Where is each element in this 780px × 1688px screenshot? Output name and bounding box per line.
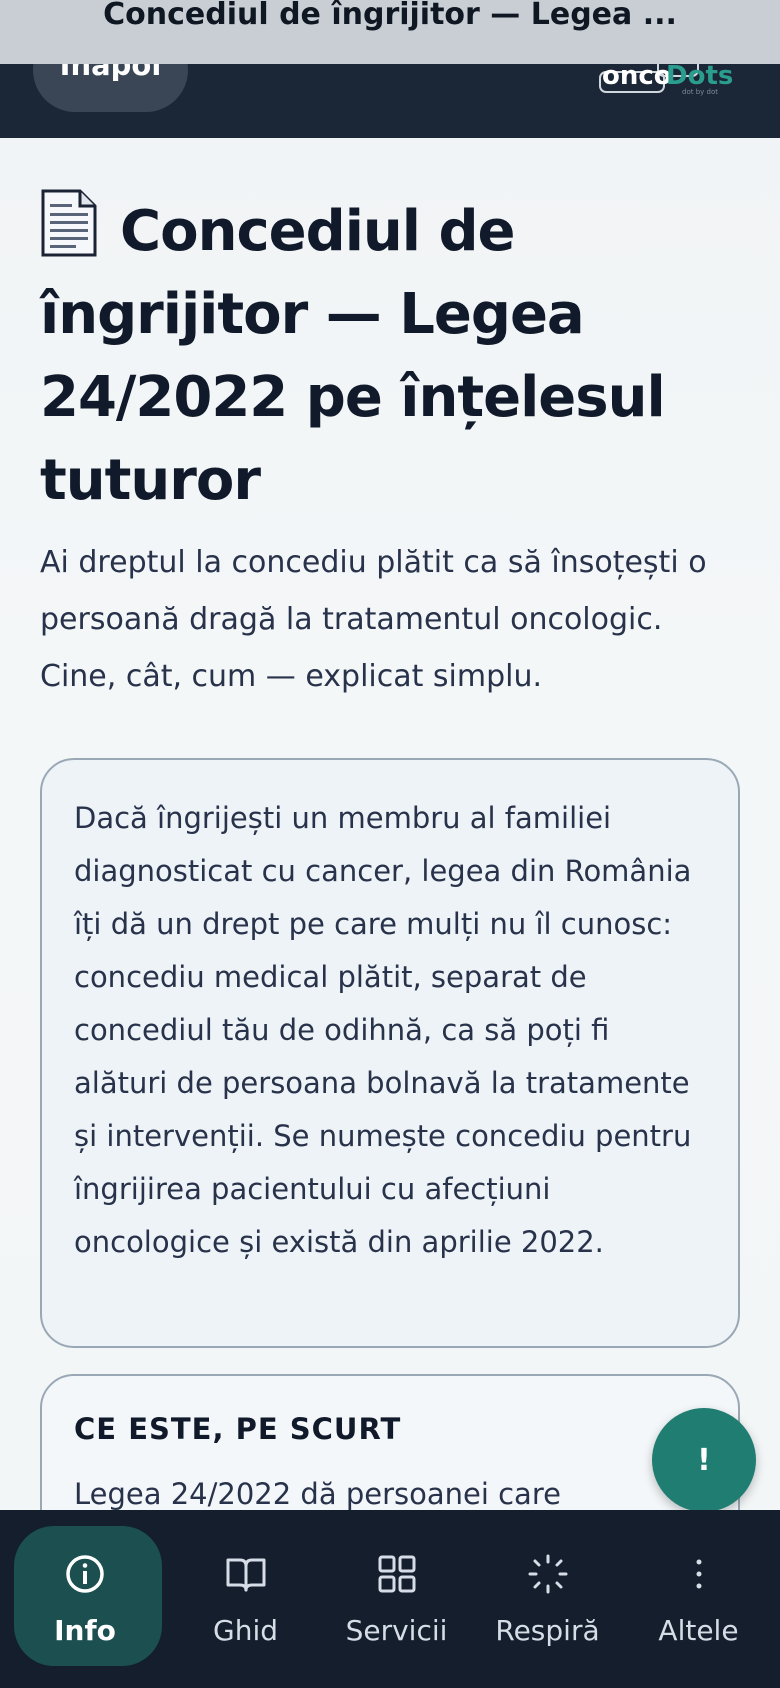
summary-card: CE ESTE, PE SCURT Legea 24/2022 dă perso…	[40, 1374, 740, 1510]
nav-item-respira[interactable]: Respiră	[472, 1510, 623, 1688]
breathe-icon	[526, 1552, 570, 1596]
page-title-text: Concediul de îngrijitor — Legea 24/2022 …	[40, 199, 666, 513]
logo-tagline: dot by dot	[682, 88, 718, 96]
logo-dots-text: Dots	[666, 61, 733, 91]
bottom-nav: Info Ghid Servicii Respiră Altele	[0, 1510, 780, 1688]
summary-text: Legea 24/2022 dă persoanei care	[74, 1477, 561, 1510]
nav-label-info: Info	[54, 1613, 116, 1647]
nav-item-ghid[interactable]: Ghid	[170, 1510, 321, 1688]
nav-label-servicii: Servicii	[345, 1613, 448, 1647]
info-icon	[63, 1552, 107, 1596]
nav-item-altele[interactable]: Altele	[623, 1510, 774, 1688]
page-title: Concediul de îngrijitor — Legea 24/2022 …	[40, 188, 740, 522]
nav-item-info[interactable]: Info	[0, 1510, 170, 1688]
intro-card: Dacă îngrijești un membru al familiei di…	[40, 758, 740, 1348]
logo-onco-text: onco	[602, 61, 672, 91]
article-lead: Ai dreptul la concediu plătit ca să înso…	[40, 545, 707, 694]
nav-label-ghid: Ghid	[213, 1613, 278, 1647]
window-title-bar: Concediul de îngrijitor — Legea ...	[0, 0, 780, 64]
intro-text: Dacă îngrijești un membru al familiei di…	[74, 801, 692, 1259]
article-content[interactable]: Concediul de îngrijitor — Legea 24/2022 …	[0, 138, 780, 1510]
more-icon	[677, 1552, 721, 1596]
summary-heading: CE ESTE, PE SCURT	[74, 1412, 402, 1446]
document-icon	[40, 188, 98, 258]
nav-item-servicii[interactable]: Servicii	[321, 1510, 472, 1688]
grid-icon	[375, 1552, 419, 1596]
alert-icon: !	[697, 1442, 711, 1478]
nav-label-altele: Altele	[658, 1613, 739, 1647]
nav-label-respira: Respiră	[495, 1613, 600, 1647]
window-title: Concediul de îngrijitor — Legea ...	[103, 0, 677, 32]
book-icon	[224, 1552, 268, 1596]
alert-fab-button[interactable]: !	[652, 1408, 756, 1512]
